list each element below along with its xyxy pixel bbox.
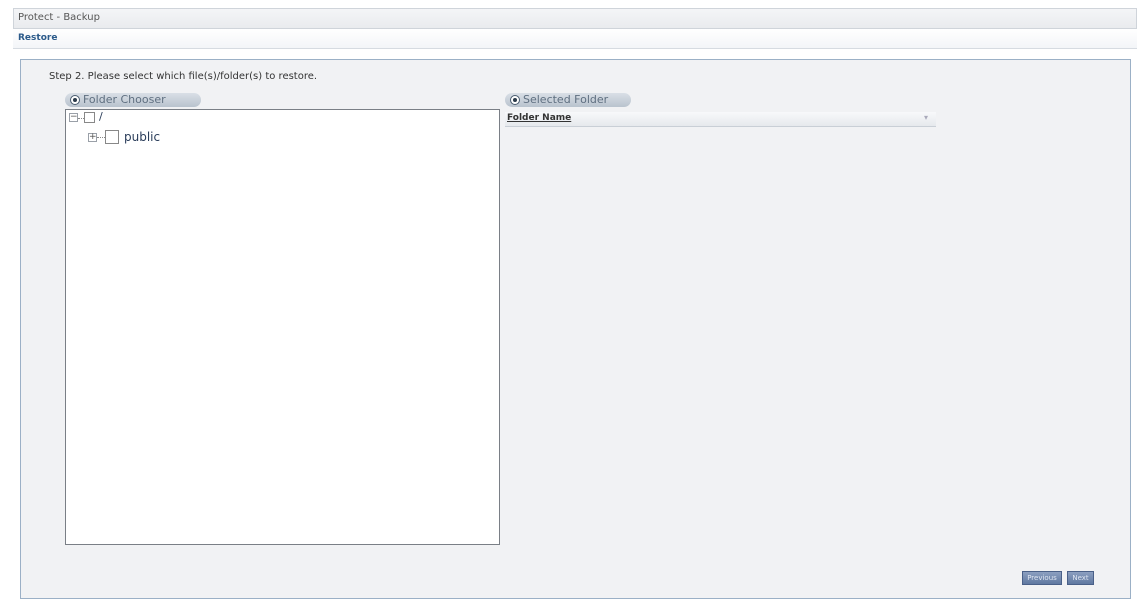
page-header: Protect - Backup [13, 8, 1137, 29]
next-button[interactable]: Next [1067, 571, 1094, 585]
restore-panel: Step 2. Please select which file(s)/fold… [20, 59, 1131, 599]
collapse-icon[interactable]: − [69, 113, 78, 122]
breadcrumb: Protect - Backup [18, 12, 100, 23]
selected-folder-header: Selected Folder [505, 93, 631, 107]
tree-label-public[interactable]: public [124, 130, 160, 144]
radio-bullet-icon [70, 95, 80, 105]
tree-connector [97, 137, 105, 139]
tree-checkbox-root[interactable] [84, 112, 95, 123]
table-header: Folder Name ▾ [505, 112, 936, 127]
folder-chooser-title: Folder Chooser [83, 93, 166, 106]
tree-node-root: − / [66, 110, 266, 126]
previous-button[interactable]: Previous [1022, 571, 1062, 585]
radio-bullet-icon [510, 95, 520, 105]
tree-label-root[interactable]: / [99, 110, 103, 123]
sort-indicator-icon[interactable]: ▾ [924, 113, 928, 122]
tree-node-public: + public [66, 128, 266, 148]
expand-icon[interactable]: + [88, 133, 97, 142]
step-instruction: Step 2. Please select which file(s)/fold… [49, 71, 318, 82]
folder-tree: − / + public [65, 109, 500, 545]
tab-bar: Restore [13, 29, 1137, 49]
column-header-folder-name[interactable]: Folder Name [507, 113, 571, 123]
tree-checkbox-public[interactable] [105, 130, 119, 144]
tab-restore[interactable]: Restore [18, 33, 57, 43]
folder-chooser-header: Folder Chooser [65, 93, 201, 107]
selected-folder-table: Folder Name ▾ [505, 112, 936, 127]
selected-folder-title: Selected Folder [523, 93, 609, 106]
